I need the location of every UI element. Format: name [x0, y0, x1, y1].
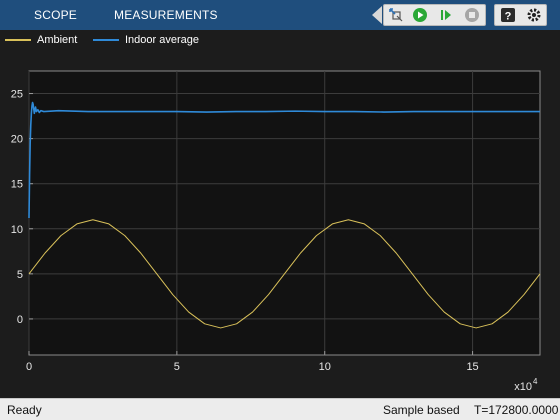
scope-chart[interactable]: 0 5 10 15 0 5 10 15 20 25 x10 4 — [0, 49, 560, 398]
y-tick-label: 15 — [11, 179, 23, 191]
tab-measurements[interactable]: MEASUREMENTS — [114, 0, 218, 30]
plot-area[interactable]: 0 5 10 15 0 5 10 15 20 25 x10 4 — [0, 49, 560, 398]
run-button[interactable] — [410, 6, 430, 24]
legend-label: Indoor average — [125, 34, 199, 46]
legend: Ambient Indoor average — [0, 30, 560, 49]
highlight-block-button[interactable] — [386, 6, 406, 24]
status-mode: Sample based — [383, 403, 460, 417]
scope-toolstrip: SCOPE MEASUREMENTS ? — [0, 0, 560, 30]
simulation-controls — [383, 4, 486, 26]
x-exponent-label: x10 — [514, 381, 532, 393]
chevron-left-icon[interactable] — [370, 6, 384, 24]
help-button[interactable]: ? — [498, 6, 518, 24]
legend-item-indoor-average[interactable]: Indoor average — [93, 32, 199, 48]
x-tick-label: 0 — [26, 361, 32, 373]
y-tick-label: 5 — [17, 269, 23, 281]
settings-icon — [527, 8, 541, 22]
status-bar: Ready Sample based T=172800.0000 — [0, 398, 560, 420]
step-forward-button[interactable] — [436, 6, 456, 24]
step-forward-icon — [441, 10, 451, 20]
help-icon: ? — [501, 8, 515, 23]
y-tick-label: 20 — [11, 134, 23, 146]
stop-button[interactable] — [462, 6, 482, 24]
x-tick-label: 15 — [466, 361, 478, 373]
x-tick-label: 10 — [319, 361, 331, 373]
settings-button[interactable] — [524, 6, 544, 24]
svg-text:?: ? — [505, 11, 512, 23]
stop-icon — [465, 8, 479, 22]
plot-background — [28, 70, 541, 356]
x-exponent-power: 4 — [533, 377, 538, 386]
help-settings-group: ? — [494, 4, 547, 26]
x-tick-label: 5 — [174, 361, 180, 373]
status-state: Ready — [7, 403, 42, 417]
y-tick-label: 0 — [17, 314, 23, 326]
legend-swatch — [5, 39, 31, 41]
legend-swatch — [93, 39, 119, 41]
legend-item-ambient[interactable]: Ambient — [5, 32, 77, 48]
highlight-block-icon — [389, 8, 403, 22]
tab-scope[interactable]: SCOPE — [34, 0, 77, 30]
y-tick-label: 10 — [11, 224, 23, 236]
legend-label: Ambient — [37, 34, 78, 46]
status-time: T=172800.0000 — [474, 403, 559, 417]
run-icon — [413, 8, 427, 22]
y-tick-label: 25 — [11, 89, 23, 101]
